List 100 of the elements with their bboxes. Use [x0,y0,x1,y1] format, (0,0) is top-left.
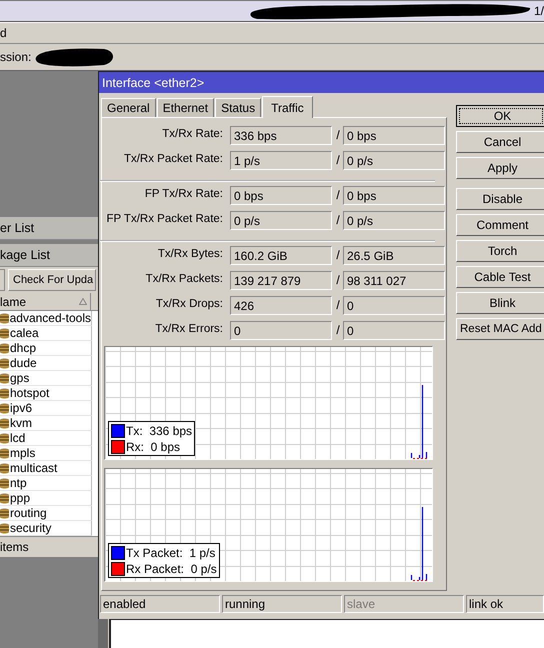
package-row[interactable]: advanced-tools [0,311,92,326]
legend-label: Rx: 0 bps [126,440,180,454]
status-cell: slave [344,595,464,613]
package-row[interactable]: calea [0,326,92,341]
toolbar-button[interactable] [0,269,5,291]
tx-value-field: 0 p/s [230,211,332,230]
separator-text: / [335,322,341,338]
rx-value-field: 0 p/s [343,151,445,170]
rx-value-field: 98 311 027 [343,271,445,290]
package-name: mpls [10,446,36,460]
package-icon [0,448,9,458]
rx-value-field: 0 bps [343,186,445,206]
field-label: Tx/Rx Packets: [144,272,223,286]
package-icon [0,358,9,368]
dialog-button[interactable]: Torch [456,240,544,262]
package-name: multicast [10,461,58,475]
dialog-button[interactable]: Cancel [456,131,544,154]
package-icon [0,372,9,384]
field-label: Tx/Rx Errors: [154,322,223,336]
package-icon [0,508,9,518]
package-row[interactable]: multicast [0,461,92,476]
package-name: security [10,521,52,535]
rx-value-field: 0 [343,296,445,316]
package-row[interactable]: dhcp [0,341,92,356]
dialog-button[interactable]: Reset MAC Add [456,318,544,340]
rx-value-field: 0 [343,321,445,340]
package-name: kvm [10,416,32,430]
menu-item[interactable]: d [0,26,7,40]
window-title: kage List [0,248,50,262]
tx-value-field: 426 [230,296,332,316]
dialog-button[interactable]: Cable Test [456,266,544,288]
tab[interactable]: Ethernet [156,98,214,118]
field-label: Tx/Rx Bytes: [156,247,223,260]
package-row[interactable]: dude [0,356,92,371]
tx-value-field: 336 bps [230,126,332,146]
package-row[interactable]: ntp [0,476,92,491]
package-name: calea [10,326,39,340]
dialog-button[interactable]: Disable [456,188,544,210]
package-icon [0,478,9,488]
rx-value-field: 0 bps [343,126,445,146]
package-row[interactable]: mpls [0,446,92,461]
dialog-button[interactable]: Blink [456,292,544,314]
package-icon [0,492,9,504]
package-row[interactable]: lcd [0,431,92,446]
sort-arrow-icon [79,298,87,305]
tab[interactable]: General [101,98,156,118]
rx-value-field: 0 p/s [343,211,445,230]
separator-text: / [335,272,341,288]
package-icon [0,432,9,444]
package-icon [0,388,9,398]
column-header-label: lame [0,294,26,308]
tab[interactable]: Traffic [262,96,313,118]
tab[interactable]: Status [215,98,262,118]
package-row[interactable]: ipv6 [0,401,92,416]
session-label: ssion: [0,50,32,64]
package-icon [0,312,9,324]
check-updates-button[interactable]: Check For Upda [8,269,96,291]
tx-value-field: 160.2 GiB [230,246,332,266]
tx-value-field: 0 bps [230,186,332,206]
dialog-button[interactable]: Comment [456,214,544,236]
package-name: dude [10,356,37,370]
package-name: lcd [10,431,26,445]
package-row[interactable]: ppp [0,491,92,506]
package-name: advanced-tools [10,311,91,325]
package-icon [0,402,9,414]
field-label: FP Tx/Rx Rate: [144,187,223,200]
field-label: FP Tx/Rx Packet Rate: [105,212,223,226]
status-cell: running [222,595,342,613]
status-cell: link ok [466,595,544,613]
item-count: items [0,540,29,554]
package-row[interactable]: kvm [0,416,92,431]
package-name: hotspot [10,386,50,400]
field-label: Tx/Rx Packet Rate: [122,152,223,166]
field-label: Tx/Rx Drops: [154,297,223,310]
package-icon [0,418,9,428]
tx-value-field: 0 [230,321,332,340]
title-text: 1/ [534,4,544,18]
package-name: ntp [10,476,27,490]
field-label: Tx/Rx Rate: [161,127,223,140]
package-row[interactable]: routing [0,506,92,521]
package-name: gps [10,371,30,385]
separator-text: / [335,127,341,142]
separator-text: / [335,297,341,312]
separator-text: / [335,247,341,262]
package-row[interactable]: hotspot [0,386,92,401]
separator-text: / [335,212,341,228]
dialog-button[interactable]: Apply [456,157,544,180]
package-row[interactable]: gps [0,371,92,386]
package-name: ipv6 [10,401,32,415]
separator-text: / [335,152,341,168]
window-title: er List [0,221,34,235]
package-icon [0,328,9,338]
legend-label: Rx Packet: 0 p/s [126,562,217,576]
separator-text: / [335,187,341,202]
tx-value-field: 139 217 879 [230,271,332,290]
dialog-button[interactable]: OK [456,105,544,128]
package-name: dhcp [10,341,36,355]
package-icon [0,462,9,474]
legend-label: Tx: 336 bps [126,424,192,438]
package-name: ppp [10,491,30,505]
